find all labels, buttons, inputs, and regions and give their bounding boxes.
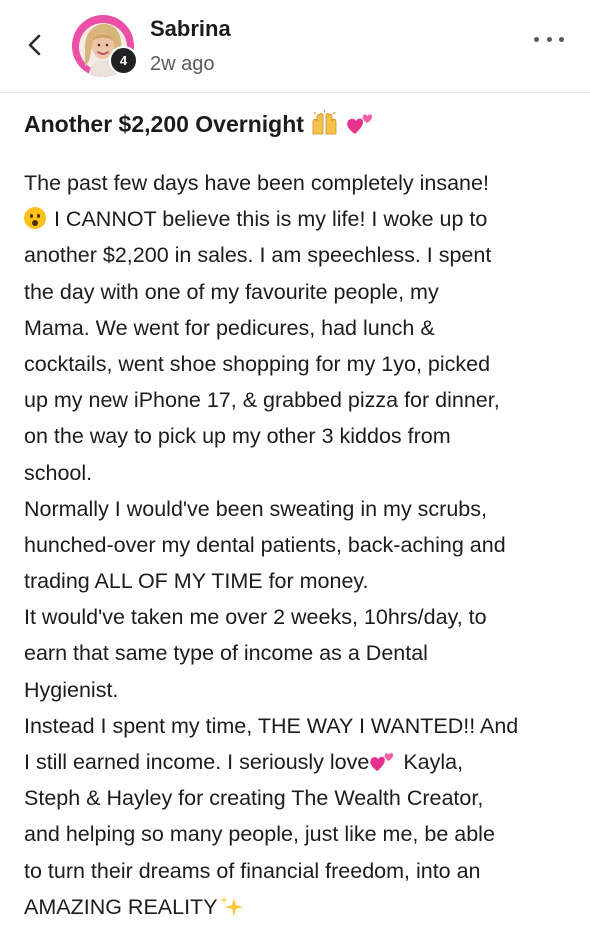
post-line: and helping so many people, just like me… bbox=[24, 822, 495, 847]
post-line: on the way to pick up my other 3 kiddos … bbox=[24, 424, 451, 449]
post-line: Instead I spent my time, THE WAY I WANTE… bbox=[24, 713, 519, 738]
post-line: The past few days have been completely i… bbox=[24, 171, 489, 195]
post-line-text: I CANNOT believe this is my life! I woke… bbox=[53, 207, 488, 232]
title-emojis bbox=[310, 110, 376, 137]
post-line: Steph & Hayley for creating The Wealth C… bbox=[24, 786, 484, 811]
header-divider bbox=[0, 92, 590, 93]
post-line: to turn their dreams of financial freedo… bbox=[24, 858, 481, 883]
post-line: Mama. We went for pedicures, had lunch & bbox=[24, 315, 435, 340]
post-line: Hygienist. bbox=[24, 677, 119, 702]
post-line: Normally I would've been sweating in my … bbox=[24, 496, 487, 521]
post-line: another $2,200 in sales. I am speechless… bbox=[24, 243, 492, 268]
level-badge: 4 bbox=[109, 46, 138, 75]
post-timestamp: 2w ago bbox=[150, 53, 215, 75]
post-line: It would've taken me over 2 weeks, 10hrs… bbox=[24, 605, 487, 630]
author-name[interactable]: Sabrina bbox=[150, 16, 231, 42]
post-line: earn that same type of income as a Denta… bbox=[24, 641, 428, 666]
post-line: school. bbox=[24, 460, 93, 485]
two-hearts-icon bbox=[347, 114, 373, 134]
post-line: up my new iPhone 17, & grabbed pizza for… bbox=[24, 388, 500, 413]
ellipsis-dot bbox=[559, 36, 564, 42]
post-line: I still earned income. I seriously love … bbox=[24, 744, 574, 780]
post-line-text: AMAZING REALITY bbox=[24, 894, 218, 919]
ellipsis-dot bbox=[546, 36, 552, 42]
post-line: trading ALL OF MY TIME for money. bbox=[24, 569, 369, 594]
post-title-text: Another $2,200 Overnight bbox=[24, 111, 304, 137]
post-body: The past few days have been completely i… bbox=[24, 165, 574, 925]
post-line: AMAZING REALITY bbox=[24, 889, 574, 925]
post-line: hunched-over my dental patients, back-ac… bbox=[24, 532, 506, 557]
post-line-text: I still earned income. I seriously love bbox=[24, 750, 370, 774]
post-line: cocktails, went shoe shopping for my 1yo… bbox=[24, 351, 491, 376]
author-avatar[interactable]: 4 bbox=[72, 15, 138, 77]
post-line: the day with one of my favourite people,… bbox=[24, 279, 439, 304]
astonished-face-icon bbox=[24, 207, 46, 230]
chevron-left-icon bbox=[28, 34, 41, 56]
post-title: Another $2,200 Overnight bbox=[24, 110, 376, 138]
post-header: 4 Sabrina 2w ago bbox=[0, 0, 590, 92]
post-line: I CANNOT believe this is my life! I woke… bbox=[24, 201, 574, 237]
more-options-button[interactable] bbox=[534, 33, 564, 45]
ellipsis-icon bbox=[534, 36, 539, 42]
back-button[interactable] bbox=[24, 30, 46, 60]
raised-hands-icon bbox=[312, 110, 337, 135]
sparkles-icon bbox=[219, 895, 243, 916]
two-hearts-icon bbox=[370, 753, 394, 772]
post-line-text: Kayla, bbox=[397, 750, 464, 774]
